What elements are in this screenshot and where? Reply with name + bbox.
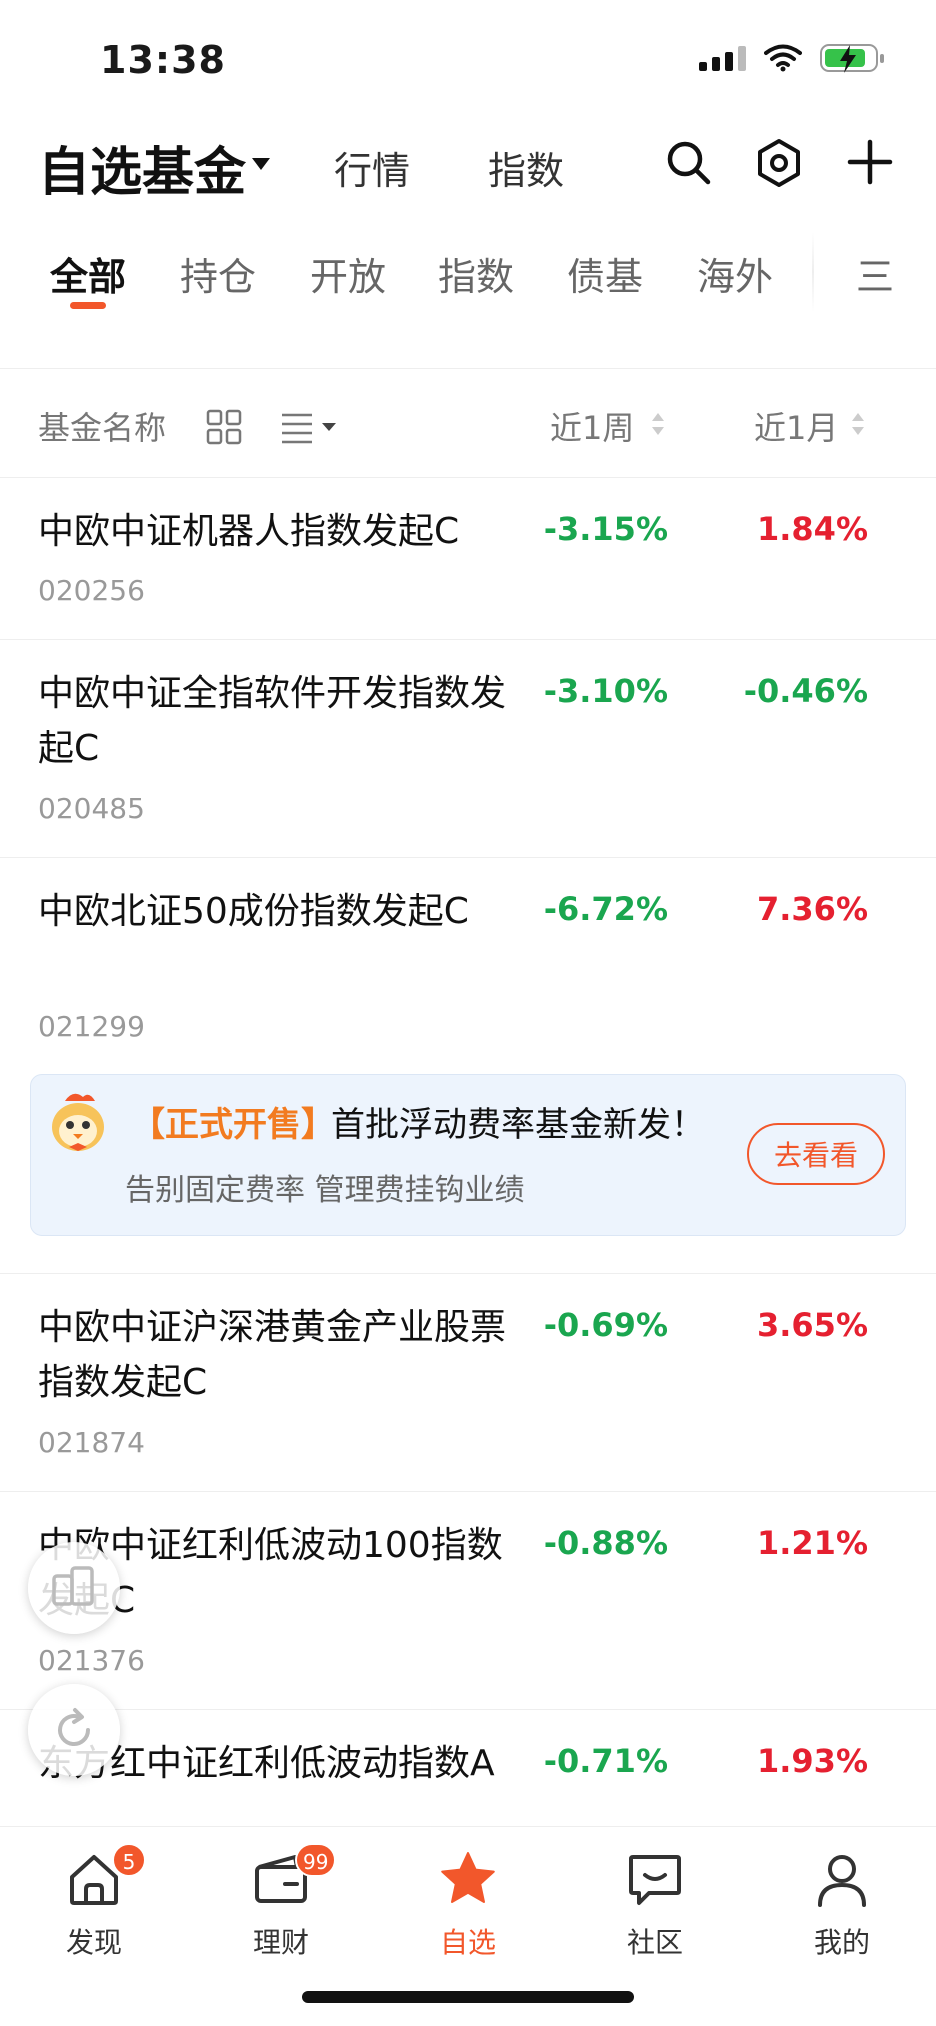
nav-discover[interactable]: 发现 5 [24, 1843, 164, 1961]
promo-view-button[interactable]: 去看看 [747, 1123, 885, 1185]
refresh-icon [58, 1708, 90, 1746]
column-header: 基金名称 近1周 近1月 [0, 368, 936, 478]
fund-name: 中欧中证机器人指数发起C [38, 511, 460, 552]
compare-icon [52, 1566, 94, 1606]
nav-badge: 5 [112, 1843, 146, 1877]
sort-week-icon[interactable] [652, 413, 664, 435]
fund-month-change: 3.65% [756, 1306, 868, 1344]
fund-code: 021874 [38, 1426, 145, 1459]
list-view-icon[interactable] [280, 409, 338, 445]
grid-view-icon[interactable] [206, 409, 242, 445]
promo-banner[interactable]: 【正式开售】 首批浮动费率基金新发！ 告别固定费率 管理费挂钩业绩 去看看 [30, 1074, 906, 1236]
fund-code: 020256 [38, 574, 145, 607]
fund-month-change: -0.46% [743, 672, 868, 710]
tab-all[interactable]: 全部 [50, 246, 126, 301]
header-tab-market[interactable]: 行情 [334, 140, 410, 195]
promo-section: 【正式开售】 首批浮动费率基金新发！ 告别固定费率 管理费挂钩业绩 去看看 [0, 1040, 936, 1274]
fund-week-change: -3.10% [543, 672, 668, 710]
promo-title: 首批浮动费率基金新发！ [331, 1105, 705, 1145]
fund-row[interactable]: 中欧中证沪深港黄金产业股票指数发起C 021874 -0.69% 3.65% [0, 1274, 936, 1492]
column-week[interactable]: 近1周 [550, 403, 634, 449]
fund-row[interactable]: 中欧中证全指软件开发指数发起C 020485 -3.10% -0.46% [0, 640, 936, 858]
fund-name: 中欧中证沪深港黄金产业股票指数发起C [38, 1307, 507, 1403]
fund-row[interactable]: 东方红中证红利低波动指数A -0.71% 1.93% [0, 1710, 936, 1826]
column-fund-name: 基金名称 [38, 409, 167, 447]
header-tab-index[interactable]: 指数 [488, 140, 564, 195]
status-time: 13:38 [100, 38, 226, 82]
fund-month-change: 7.36% [756, 890, 868, 928]
profile-icon [818, 1855, 866, 1907]
fund-month-change: 1.84% [756, 510, 868, 548]
tab-divider [812, 232, 814, 312]
floating-compare-button[interactable] [28, 1542, 120, 1634]
fund-month-change: 1.21% [756, 1524, 868, 1562]
star-icon [441, 1852, 495, 1903]
nav-label: 我的 [813, 1926, 870, 1959]
fund-row[interactable]: 中欧中证机器人指数发起C 020256 -3.15% 1.84% [0, 478, 936, 640]
tab-open[interactable]: 开放 [310, 246, 386, 301]
fund-row[interactable]: 中欧中证红利低波动100指数发起C 021376 -0.88% 1.21% [0, 1492, 936, 1710]
mascot-icon [52, 1093, 104, 1151]
signal-icon [699, 45, 746, 71]
status-icons [699, 44, 884, 73]
nav-mine[interactable]: 我的 [772, 1849, 912, 1961]
header: 自选基金 行情 指数 [0, 120, 936, 220]
nav-label: 自选 [439, 1926, 496, 1959]
nav-label: 理财 [252, 1926, 309, 1959]
search-icon[interactable] [664, 138, 712, 186]
page-title[interactable]: 自选基金 [38, 130, 246, 205]
promo-tag: 【正式开售】 [131, 1105, 335, 1145]
nav-label: 发现 [65, 1926, 122, 1959]
fund-row[interactable]: 中欧北证50成份指数发起C 021299 -6.72% 7.36% [0, 858, 936, 1043]
title-dropdown-icon[interactable] [252, 158, 270, 170]
battery-icon [820, 44, 884, 73]
fund-week-change: -0.71% [543, 1742, 668, 1780]
category-tabs: 全部 持仓 开放 指数 债基 海外 三 [0, 232, 936, 312]
fund-month-change: 1.93% [756, 1742, 868, 1780]
scrolled-row-cutoff [0, 312, 936, 342]
settings-hex-icon[interactable] [754, 138, 804, 188]
status-bar: 13:38 [0, 0, 936, 110]
chat-icon [629, 1855, 681, 1905]
fund-week-change: -0.88% [543, 1524, 668, 1562]
nav-label: 社区 [626, 1926, 683, 1959]
tab-active-indicator [70, 302, 106, 309]
fund-code: 021299 [38, 1010, 145, 1043]
nav-badge: 99 [295, 1843, 337, 1877]
fund-name: 中欧中证全指软件开发指数发起C [38, 673, 507, 769]
tab-more-menu[interactable]: 三 [856, 246, 894, 301]
wifi-icon [764, 44, 802, 72]
fund-code: 021376 [38, 1644, 145, 1677]
fund-name: 中欧北证50成份指数发起C [38, 891, 469, 932]
tab-holdings[interactable]: 持仓 [180, 246, 256, 301]
fund-week-change: -6.72% [543, 890, 668, 928]
tab-bond[interactable]: 债基 [567, 246, 643, 301]
nav-watchlist[interactable]: 自选 [398, 1849, 538, 1961]
column-month[interactable]: 近1月 [754, 403, 838, 449]
sort-month-icon[interactable] [852, 413, 864, 435]
fund-code: 020485 [38, 792, 145, 825]
home-indicator [302, 1991, 634, 2003]
plus-icon[interactable] [846, 138, 894, 186]
fund-week-change: -3.15% [543, 510, 668, 548]
promo-subtitle: 告别固定费率 管理费挂钩业绩 [125, 1173, 525, 1208]
tab-overseas[interactable]: 海外 [697, 246, 773, 301]
nav-wealth[interactable]: 理财 99 [211, 1843, 351, 1961]
tab-index[interactable]: 指数 [438, 246, 514, 301]
floating-refresh-button[interactable] [28, 1684, 120, 1776]
nav-community[interactable]: 社区 [585, 1849, 725, 1961]
fund-week-change: -0.69% [543, 1306, 668, 1344]
